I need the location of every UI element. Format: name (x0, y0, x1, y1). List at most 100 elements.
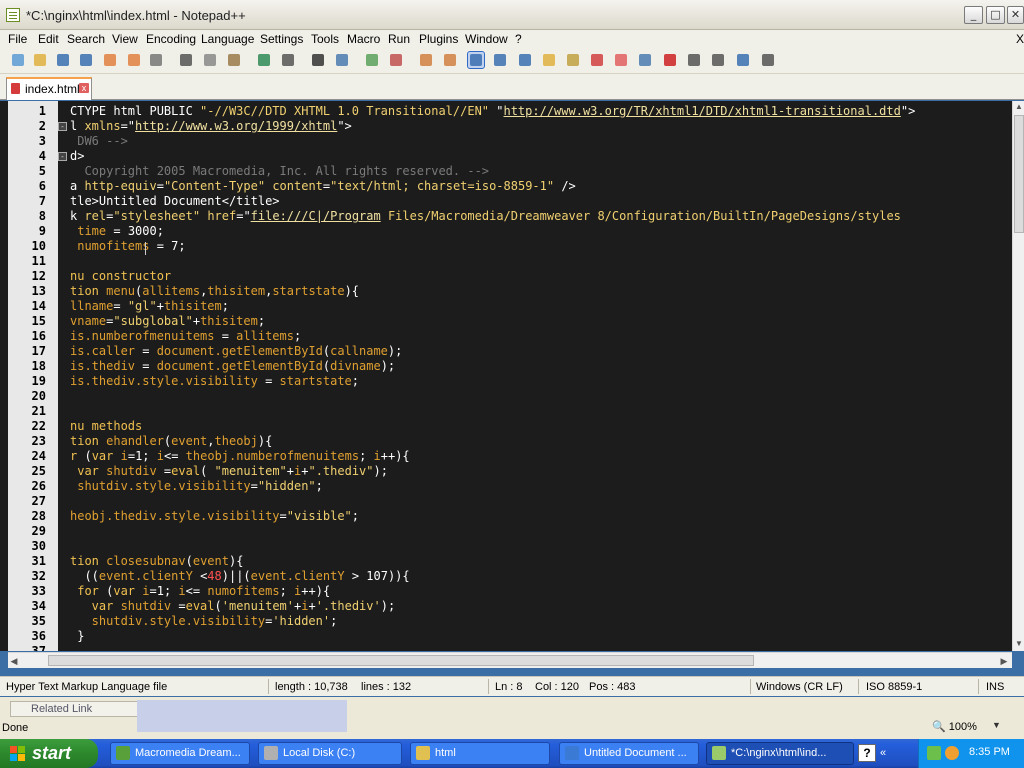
close-document-button[interactable]: X (1016, 32, 1024, 46)
fold-toggle-icon[interactable]: - (58, 152, 67, 161)
save-all-icon[interactable] (78, 52, 94, 68)
cut-icon[interactable] (178, 52, 194, 68)
replace-icon[interactable] (334, 52, 350, 68)
code-editor[interactable]: 1 2 3 4 5 6 7 8 9 10 11 12 13 14 15 16 17 18 19 20 21 22 23 24 2… (0, 101, 1024, 651)
undo-icon[interactable] (256, 52, 272, 68)
tab-index-html[interactable]: index.html x (6, 77, 92, 100)
redo-icon[interactable] (280, 52, 296, 68)
help-icon[interactable]: ? (858, 744, 876, 762)
doc-map-icon[interactable] (565, 52, 581, 68)
zoom-dropdown-icon[interactable]: ▼ (992, 720, 1001, 730)
browser-zoom-level[interactable]: 🔍 100% (932, 720, 977, 733)
line-number: 27 (31, 494, 46, 508)
status-insert-mode: INS (986, 681, 1005, 693)
record-macro-icon[interactable] (662, 52, 678, 68)
folder-as-workspace-icon-glyph (615, 54, 627, 66)
chevron-left-icon[interactable]: « (880, 747, 886, 759)
menu-plugins[interactable]: Plugins (419, 32, 458, 46)
indent-guide-icon[interactable] (517, 52, 533, 68)
vertical-scroll-thumb[interactable] (1014, 115, 1024, 233)
monitoring-icon[interactable] (637, 52, 653, 68)
code-token: = (279, 509, 287, 523)
code-line: tion ehandler(event,theobj){ (70, 434, 272, 449)
network-tray-icon[interactable] (927, 746, 941, 760)
menu-view[interactable]: View (112, 32, 138, 46)
status-line: Ln : 8 (495, 681, 523, 693)
code-token: ; (279, 584, 295, 598)
zoom-out-icon[interactable] (388, 52, 404, 68)
fold-margin[interactable] (58, 101, 70, 651)
scroll-down-icon[interactable]: ▼ (1014, 638, 1024, 650)
code-token: var (113, 584, 143, 598)
minimize-button[interactable]: _ (964, 6, 983, 24)
line-number: 30 (31, 539, 46, 553)
menu-edit[interactable]: Edit (38, 32, 59, 46)
taskbar-button[interactable]: Untitled Document ... (559, 742, 699, 765)
save-icon[interactable] (55, 52, 71, 68)
user-language-icon-glyph (543, 54, 555, 66)
fold-toggle-icon[interactable]: - (58, 122, 67, 131)
monitoring-icon-glyph (639, 54, 651, 66)
menu-macro[interactable]: Macro (347, 32, 380, 46)
horizontal-scrollbar[interactable]: ◀ ▶ (8, 652, 1012, 668)
taskbar-button[interactable]: Macromedia Dream... (110, 742, 250, 765)
status-eol: Windows (CR LF) (756, 681, 843, 693)
zoom-in-icon[interactable] (364, 52, 380, 68)
start-button[interactable]: start (0, 739, 98, 768)
scroll-up-icon[interactable]: ▲ (1014, 101, 1024, 113)
menu-search[interactable]: Search (67, 32, 105, 46)
taskbar-button[interactable]: *C:\nginx\html\ind... (706, 742, 854, 765)
menu-tools[interactable]: Tools (311, 32, 339, 46)
copy-icon[interactable] (202, 52, 218, 68)
print-icon[interactable] (148, 52, 164, 68)
code-token: "hidden" (257, 479, 316, 493)
tab-close-icon[interactable]: x (79, 83, 89, 93)
horizontal-scroll-thumb[interactable] (48, 655, 754, 666)
word-wrap-icon[interactable] (467, 51, 485, 69)
menu-window[interactable]: Window (465, 32, 508, 46)
stop-macro-icon[interactable] (686, 52, 702, 68)
maximize-button[interactable]: □ (986, 6, 1005, 24)
line-number-gutter[interactable]: 1 2 3 4 5 6 7 8 9 10 11 12 13 14 15 16 17 18 19 20 21 22 23 24 2… (8, 101, 58, 651)
code-area[interactable]: CTYPE html PUBLIC "-//W3C//DTD XHTML 1.0… (70, 101, 1012, 651)
open-file-icon[interactable] (32, 52, 48, 68)
taskbar-button[interactable]: Local Disk (C:) (258, 742, 402, 765)
taskbar-button[interactable]: html (410, 742, 550, 765)
code-token: = (156, 179, 164, 193)
menu-encoding[interactable]: Encoding (146, 32, 196, 46)
search-tray-icon[interactable] (945, 746, 959, 760)
status-bar: Hyper Text Markup Language file length :… (0, 676, 1024, 696)
paste-icon[interactable] (226, 52, 242, 68)
code-token: thisitem (200, 314, 258, 328)
show-all-chars-icon[interactable] (492, 52, 508, 68)
save-macro-icon[interactable] (760, 52, 776, 68)
menu-file[interactable]: File (8, 32, 27, 46)
function-list-icon[interactable] (589, 52, 605, 68)
code-token: "Content-Type" (163, 179, 266, 193)
vertical-scrollbar[interactable]: ▲ ▼ (1012, 101, 1024, 651)
play-macro-icon[interactable] (710, 52, 726, 68)
close-icon[interactable] (102, 52, 118, 68)
close-button[interactable]: ✕ (1007, 6, 1024, 24)
cut-icon-glyph (180, 54, 192, 66)
sync-vertical-icon[interactable] (418, 52, 434, 68)
folder-as-workspace-icon[interactable] (613, 52, 629, 68)
menu-run[interactable]: Run (388, 32, 410, 46)
scroll-left-icon[interactable]: ◀ (8, 654, 20, 668)
user-language-icon[interactable] (541, 52, 557, 68)
close-all-icon[interactable] (126, 52, 142, 68)
code-token: = (265, 374, 280, 388)
sync-horizontal-icon[interactable] (442, 52, 458, 68)
related-link-tab[interactable]: Related Link (10, 701, 138, 717)
code-line: tion closesubnav(event){ (70, 554, 243, 569)
menu-language[interactable]: Language (201, 32, 254, 46)
line-number: 25 (31, 464, 46, 478)
system-tray: 8:35 PM (918, 739, 1024, 768)
menu-settings[interactable]: Settings (260, 32, 303, 46)
find-icon[interactable] (310, 52, 326, 68)
menu-help[interactable]: ? (515, 32, 522, 46)
scroll-right-icon[interactable]: ▶ (998, 654, 1010, 668)
run-macro-multiple-icon[interactable] (735, 52, 751, 68)
new-file-icon[interactable] (10, 52, 26, 68)
code-token: = (113, 299, 128, 313)
